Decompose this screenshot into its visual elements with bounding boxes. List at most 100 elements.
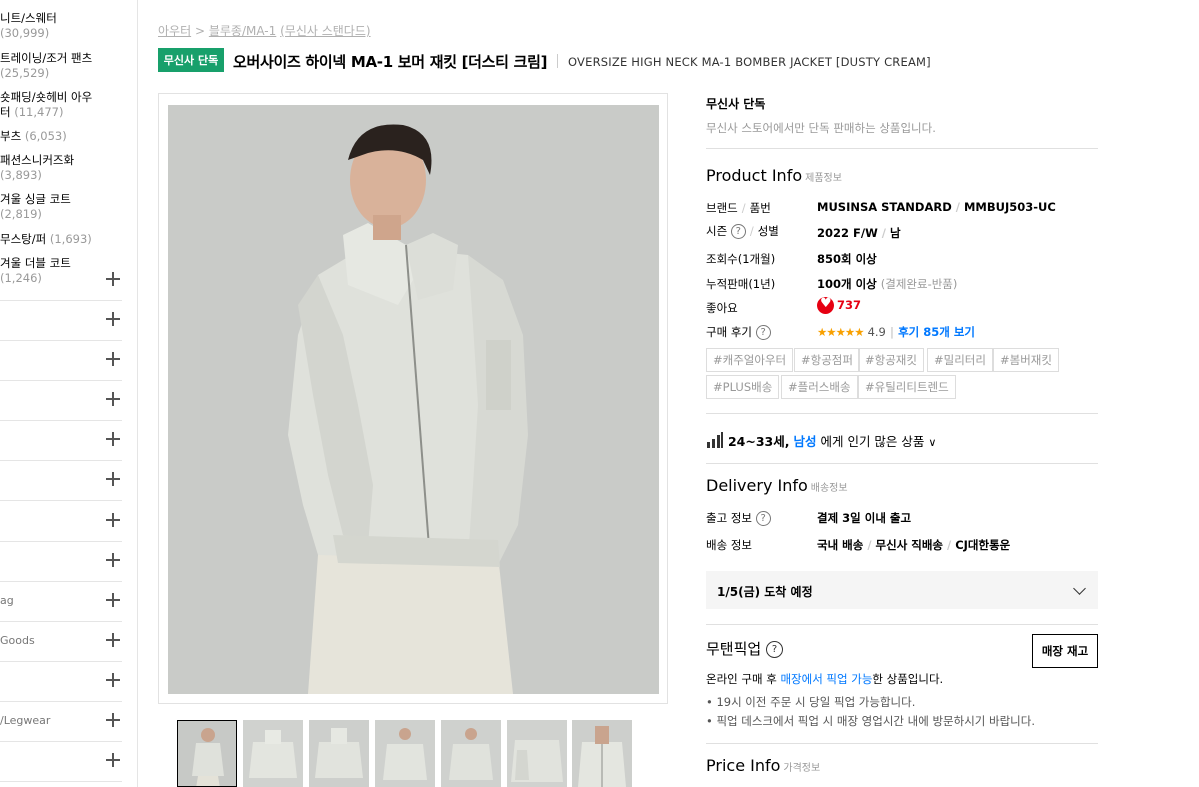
- category-item[interactable]: 패션스니커즈화 (3,893): [0, 153, 74, 183]
- star-rating-icon: ★★★★★: [817, 325, 865, 339]
- arrival-estimate-dropdown[interactable]: 1/5(금) 도착 예정: [706, 571, 1098, 609]
- breadcrumb-link[interactable]: (무신사 스탠다드): [280, 24, 370, 38]
- filter-section[interactable]: /Legwear: [0, 702, 122, 742]
- plus-icon[interactable]: [106, 272, 120, 286]
- plus-icon[interactable]: [106, 432, 120, 446]
- breadcrumb-link[interactable]: 블루종/MA-1: [209, 24, 276, 38]
- review-label: 구매 후기 ?: [706, 324, 771, 340]
- hashtag[interactable]: #항공점퍼: [794, 348, 860, 372]
- category-item[interactable]: 부츠 (6,053): [0, 129, 67, 144]
- filter-section[interactable]: [0, 261, 122, 301]
- exclusive-badge: 무신사 단독: [158, 48, 224, 72]
- thumbnail[interactable]: [243, 720, 303, 787]
- thumbnail[interactable]: [441, 720, 501, 787]
- breadcrumb-link[interactable]: 아우터: [158, 24, 191, 38]
- like-button[interactable]: 737: [817, 296, 861, 314]
- hashtag[interactable]: #PLUS배송: [706, 375, 780, 399]
- thumbnail[interactable]: [309, 720, 369, 787]
- product-image-frame: [158, 93, 668, 704]
- filter-section[interactable]: ag: [0, 582, 122, 622]
- question-icon[interactable]: ?: [730, 224, 746, 239]
- pickup-title: 무탠픽업 ?: [706, 638, 783, 659]
- filter-section[interactable]: [0, 542, 122, 582]
- season-label: 시즌 ? / 성별: [706, 224, 779, 239]
- category-item[interactable]: 겨울 싱글 코트 (2,819): [0, 192, 71, 222]
- popular-demographic[interactable]: 24~33세, 남성 에게 인기 많은 상품 ∨: [706, 431, 936, 450]
- double-chevron-down-icon: ∨: [928, 436, 937, 449]
- store-stock-button[interactable]: 매장 재고: [1032, 634, 1098, 668]
- method-label: 배송 정보: [706, 538, 752, 552]
- divider: [706, 743, 1098, 744]
- plus-icon[interactable]: [106, 392, 120, 406]
- hashtag[interactable]: #플러스배송: [781, 375, 858, 399]
- likes-label: 좋아요: [706, 301, 738, 315]
- plus-icon[interactable]: [106, 633, 120, 647]
- divider: [706, 413, 1098, 414]
- pickup-note: • 19시 이전 주문 시 당일 픽업 가능합니다.: [706, 695, 916, 709]
- pickup-note: • 픽업 데스크에서 픽업 시 매장 영업시간 내에 방문하시기 바랍니다.: [706, 714, 1035, 728]
- review-summary: ★★★★★ 4.9 | 후기 85개 보기: [817, 325, 975, 339]
- hashtag[interactable]: #항공재킷: [858, 348, 924, 372]
- brand-link[interactable]: MUSINSA STANDARD: [817, 200, 952, 214]
- ship-value: 결제 3일 이내 출고: [817, 511, 912, 525]
- plus-icon[interactable]: [106, 513, 120, 527]
- category-sidebar: 니트/스웨터 (30,999) 트레이닝/조거 팬츠 (25,529) 숏패딩/숏헤…: [0, 0, 138, 787]
- ship-label: 출고 정보 ?: [706, 510, 771, 526]
- price-info-title: Price Info 가격정보: [706, 756, 821, 775]
- question-icon[interactable]: ?: [755, 511, 771, 526]
- filter-section[interactable]: [0, 461, 122, 501]
- filter-section[interactable]: [0, 421, 122, 461]
- sales-value: 100개 이상 (결제완료-반품): [817, 277, 958, 291]
- review-link[interactable]: 후기 85개 보기: [898, 325, 975, 339]
- question-icon[interactable]: ?: [755, 325, 771, 340]
- question-icon[interactable]: ?: [765, 641, 783, 658]
- brand-label: 브랜드 / 품번: [706, 201, 771, 215]
- filter-section[interactable]: [0, 341, 122, 381]
- jacket-model-photo: [168, 105, 659, 694]
- hashtag[interactable]: #캐주얼아우터: [706, 348, 794, 372]
- thumbnail[interactable]: [375, 720, 435, 787]
- plus-icon[interactable]: [106, 673, 120, 687]
- brand-value: MUSINSA STANDARD / MMBUJ503-UC: [817, 200, 1056, 214]
- thumbnail[interactable]: [507, 720, 567, 787]
- category-item[interactable]: 트레이닝/조거 팬츠 (25,529): [0, 51, 92, 81]
- delivery-info-title: Delivery Info 배송정보: [706, 476, 848, 495]
- category-item[interactable]: 숏패딩/숏헤비 아우 터 (11,477): [0, 90, 92, 120]
- category-item[interactable]: 무스탕/퍼 (1,693): [0, 232, 92, 247]
- thumbnail[interactable]: [572, 720, 632, 787]
- pickup-desc: 온라인 구매 후 매장에서 픽업 가능한 상품입니다.: [706, 672, 944, 686]
- divider: [706, 463, 1098, 464]
- filter-section[interactable]: [0, 742, 122, 782]
- divider: [706, 624, 1098, 625]
- plus-icon[interactable]: [106, 593, 120, 607]
- hashtag[interactable]: #봄버재킷: [993, 348, 1059, 372]
- views-label: 조회수(1개월): [706, 252, 776, 266]
- season-value: 2022 F/W / 남: [817, 226, 901, 240]
- exclusive-desc: 무신사 스토어에서만 단독 판매하는 상품입니다.: [706, 121, 936, 135]
- plus-icon[interactable]: [106, 713, 120, 727]
- views-value: 850회 이상: [817, 252, 877, 266]
- hashtag[interactable]: #유틸리티트렌드: [858, 375, 956, 399]
- bar-chart-icon: [707, 432, 723, 448]
- hashtag[interactable]: #밀리터리: [927, 348, 993, 372]
- exclusive-title: 무신사 단독: [706, 97, 766, 111]
- product-info-title: Product Info 제품정보: [706, 166, 842, 185]
- method-value: 국내 배송 / 무신사 직배송 / CJ대한통운: [817, 538, 1011, 552]
- plus-icon[interactable]: [106, 753, 120, 767]
- category-item[interactable]: 니트/스웨터 (30,999): [0, 11, 57, 41]
- plus-icon[interactable]: [106, 472, 120, 486]
- plus-icon[interactable]: [106, 553, 120, 567]
- filter-section[interactable]: [0, 502, 122, 542]
- filter-section[interactable]: [0, 662, 122, 702]
- divider: [557, 54, 558, 68]
- thumbnail[interactable]: [177, 720, 237, 787]
- sales-label: 누적판매(1년): [706, 277, 776, 291]
- product-title: 오버사이즈 하이넥 MA-1 보머 재킷 [더스티 크림]: [233, 53, 548, 71]
- filter-section[interactable]: [0, 301, 122, 341]
- filter-section[interactable]: [0, 381, 122, 421]
- plus-icon[interactable]: [106, 352, 120, 366]
- filter-section[interactable]: Goods: [0, 622, 122, 662]
- chevron-down-icon: [1073, 582, 1086, 595]
- product-image[interactable]: [168, 105, 659, 694]
- plus-icon[interactable]: [106, 312, 120, 326]
